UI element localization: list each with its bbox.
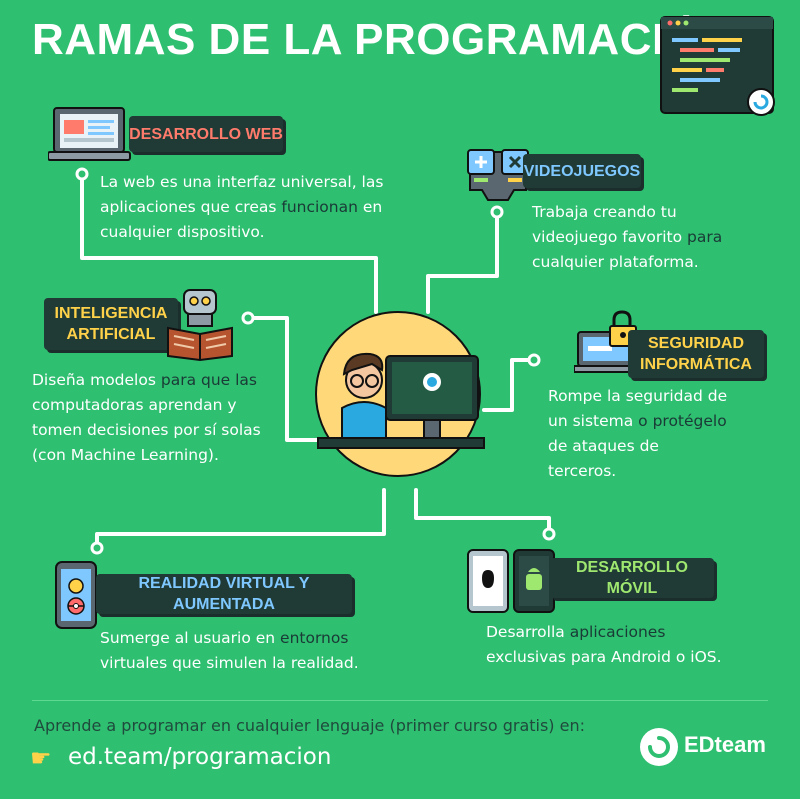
desc-desarrollo-movil: Desarrolla aplicaciones exclusivas para … [486, 623, 722, 666]
footer-text: Aprende a programar en cualquier lenguaj… [34, 716, 586, 735]
robot-book-icon [167, 289, 233, 362]
label-videojuegos: VIDEOJUEGOS [523, 154, 641, 188]
desc-realidad-virtual: Sumerge al usuario en entornos virtuales… [100, 629, 359, 672]
label-realidad-virtual: REALIDAD VIRTUAL Y AUMENTADA [96, 574, 352, 614]
label-desarrollo-web: DESARROLLO WEB [129, 116, 283, 152]
label-inteligencia-artificial: INTELIGENCIA ARTIFICIAL [44, 298, 178, 350]
phone-ar-icon [55, 561, 97, 629]
brand-name: EDteam [684, 732, 766, 757]
footer-link[interactable]: ed.team/programacion [68, 744, 331, 770]
edteam-logo-icon [640, 728, 678, 766]
phones-mobile-icon [467, 549, 555, 613]
infographic: RAMAS DE LA PROGRAMACIÓN DESARROLLO WEB … [0, 0, 800, 799]
programmer-illustration [315, 311, 485, 477]
connector-games [426, 210, 499, 314]
desc-inteligencia-artificial: Diseña modelos para que las computadoras… [32, 371, 261, 464]
label-seguridad-informatica: SEGURIDAD INFORMÁTICA [628, 330, 764, 378]
desc-videojuegos: Trabaja creando tu videojuego favorito p… [532, 203, 723, 271]
desc-seguridad-informatica: Rompe la seguridad de un sistema o proté… [548, 387, 728, 480]
pointing-hand-icon: ☛ [30, 744, 52, 772]
desc-desarrollo-web: La web es una interfaz universal, las ap… [100, 173, 384, 241]
connector-vr [95, 488, 386, 550]
laptop-web-icon [48, 107, 131, 161]
footer-divider [32, 700, 768, 701]
code-editor-icon [660, 16, 775, 116]
page-title: RAMAS DE LA PROGRAMACIÓN [32, 15, 732, 64]
label-desarrollo-movil: DESARROLLO MÓVIL [550, 558, 714, 598]
connector-mobile [414, 488, 551, 536]
